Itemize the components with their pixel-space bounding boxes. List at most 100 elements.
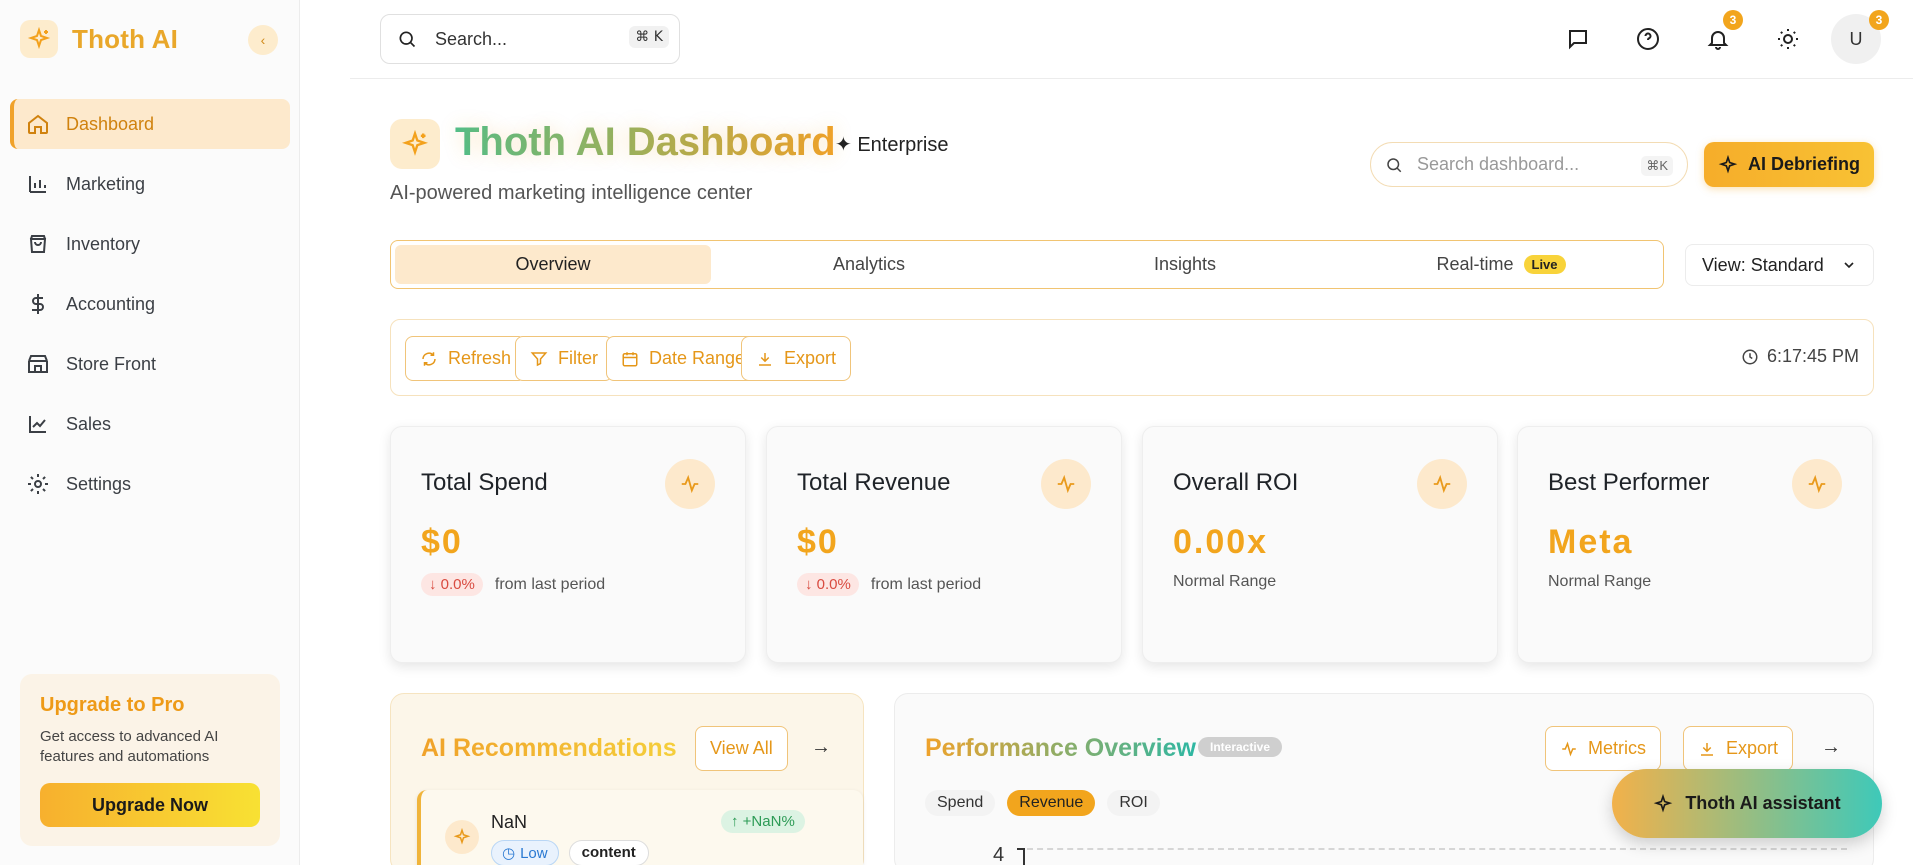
arrow-down-icon: ↓ — [805, 576, 813, 593]
download-icon — [759, 352, 771, 366]
change-value: 0.0% — [440, 576, 475, 593]
sparkle-icon — [20, 20, 58, 58]
bell-icon — [1707, 31, 1729, 50]
priority-text: Low — [520, 844, 548, 862]
export-button[interactable]: Export — [741, 336, 852, 381]
export-label: Export — [784, 348, 837, 368]
ai-debriefing-button[interactable]: AI Debriefing — [1704, 142, 1874, 187]
sidebar-item-label: Sales — [66, 413, 112, 434]
topbar: Search... ⌘ K 3 U 3 — [350, 0, 1913, 79]
avatar-initial: U — [1849, 28, 1863, 49]
tier-text: Enterprise — [857, 134, 949, 156]
priority-badge: ◷ Low — [491, 840, 559, 865]
metric-card-total-revenue: Total Revenue $0 ↓ 0.0% from last period — [766, 426, 1122, 663]
metric-value: Meta — [1548, 523, 1634, 561]
ai-recommendations-panel: AI Recommendations View All → NaN ◷ Low c… — [390, 693, 864, 865]
brand[interactable]: Thoth AI — [20, 20, 178, 58]
refresh-icon — [422, 351, 436, 366]
clock-icon — [1742, 349, 1758, 364]
search-icon — [399, 31, 416, 48]
arrow-up-icon: ↑ — [731, 813, 739, 830]
arrow-down-icon: ↓ — [429, 576, 437, 593]
metric-title: Overall ROI — [1173, 469, 1299, 496]
upgrade-title: Upgrade to Pro — [40, 694, 185, 716]
live-badge: Live — [1523, 255, 1566, 274]
tab-analytics[interactable]: Analytics — [711, 245, 1027, 284]
store-icon — [28, 355, 48, 373]
export-label: Export — [1726, 738, 1779, 758]
segment-spend[interactable]: Spend — [925, 790, 996, 816]
metric-change: ↓ 0.0% from last period — [421, 573, 605, 596]
filter-icon — [530, 351, 548, 366]
assistant-label: Thoth AI assistant — [1685, 793, 1841, 813]
metric-card-best-performer: Best Performer Meta Normal Range — [1517, 426, 1873, 663]
sidebar-item-settings[interactable]: Settings — [10, 459, 290, 509]
change-note: from last period — [494, 575, 606, 593]
activity-icon — [1417, 459, 1467, 509]
sidebar-item-dashboard[interactable]: Dashboard — [10, 99, 290, 149]
upgrade-description: Get access to advanced AI features and a… — [40, 728, 219, 765]
help-button[interactable] — [1633, 24, 1663, 54]
change-note: from last period — [870, 575, 982, 593]
avatar-badge: 3 — [1869, 10, 1889, 30]
view-select[interactable]: View: Standard — [1685, 244, 1874, 286]
recommendation-item[interactable]: NaN ◷ Low content ↑ +NaN% — [417, 790, 863, 865]
upgrade-now-button[interactable]: Upgrade Now — [40, 783, 260, 827]
sidebar-item-store-front[interactable]: Store Front — [10, 339, 290, 389]
sidebar-item-label: Dashboard — [66, 113, 155, 134]
metric-card-overall-roi: Overall ROI 0.00x Normal Range — [1142, 426, 1498, 663]
collapse-sidebar-button[interactable]: ‹ — [248, 25, 278, 55]
user-avatar[interactable]: U 3 — [1831, 10, 1889, 64]
tab-insights[interactable]: Insights — [1027, 245, 1343, 284]
refresh-button[interactable]: Refresh — [405, 336, 527, 381]
dashboard-search[interactable]: Search dashboard... ⌘K — [1370, 142, 1688, 187]
theme-toggle-button[interactable] — [1773, 24, 1803, 54]
global-search[interactable]: Search... ⌘ K — [380, 14, 680, 64]
arrow-right-icon[interactable]: → — [1821, 736, 1841, 759]
performance-export-button[interactable]: Export — [1683, 726, 1794, 771]
metrics-button[interactable]: Metrics — [1545, 726, 1661, 771]
segment-roi[interactable]: ROI — [1107, 790, 1160, 816]
category-badge: content — [568, 840, 649, 865]
sun-icon — [1778, 29, 1798, 49]
sidebar-item-inventory[interactable]: Inventory — [10, 219, 290, 269]
sidebar-item-label: Accounting — [66, 293, 156, 314]
sidebar-item-sales[interactable]: Sales — [10, 399, 290, 449]
sparkle-icon: ✦ — [835, 134, 852, 156]
sidebar-nav: Dashboard Marketing Inventory Accounting… — [10, 99, 290, 519]
search-icon — [1387, 157, 1402, 172]
sparkle-icon — [445, 820, 479, 854]
view-all-button[interactable]: View All — [695, 726, 788, 771]
sidebar-item-label: Settings — [66, 473, 132, 494]
segment-revenue[interactable]: Revenue — [1007, 790, 1096, 816]
filter-button[interactable]: Filter — [515, 336, 613, 381]
metrics-label: Metrics — [1588, 738, 1646, 758]
refresh-label: Refresh — [448, 348, 512, 368]
shortcut-hint: ⌘ K — [629, 26, 669, 48]
sidebar-item-accounting[interactable]: Accounting — [10, 279, 290, 329]
sidebar-item-label: Marketing — [66, 173, 146, 194]
sidebar-item-marketing[interactable]: Marketing — [10, 159, 290, 209]
metric-value: $0 — [421, 523, 463, 561]
tab-overview[interactable]: Overview — [395, 245, 711, 284]
app-root: Thoth AI ‹ Dashboard Marketing Inventory… — [0, 0, 1913, 865]
change-value: 0.0% — [816, 576, 851, 593]
sidebar-item-label: Store Front — [66, 353, 157, 374]
change-badge: ↓ 0.0% — [797, 573, 859, 596]
gear-icon — [28, 474, 48, 494]
notifications-button[interactable]: 3 — [1703, 10, 1743, 54]
y-axis-line — [1017, 848, 1025, 865]
view-tabs: Overview Analytics Insights Real-time Li… — [390, 240, 1664, 289]
actions-bar: Refresh Filter Date Range Export 6:17:45… — [390, 319, 1874, 396]
arrow-right-icon[interactable]: → — [811, 736, 831, 759]
activity-icon — [1792, 459, 1842, 509]
date-range-button[interactable]: Date Range — [606, 336, 761, 381]
metric-value: 0.00x — [1173, 523, 1269, 561]
shopping-bag-icon — [29, 235, 47, 253]
notification-badge: 3 — [1723, 10, 1743, 30]
tab-real-time[interactable]: Real-time Live — [1343, 245, 1659, 284]
sparkle-icon — [390, 119, 440, 169]
date-range-label: Date Range — [649, 348, 746, 368]
thoth-ai-assistant-button[interactable]: Thoth AI assistant — [1612, 769, 1882, 838]
messages-button[interactable] — [1563, 24, 1593, 54]
